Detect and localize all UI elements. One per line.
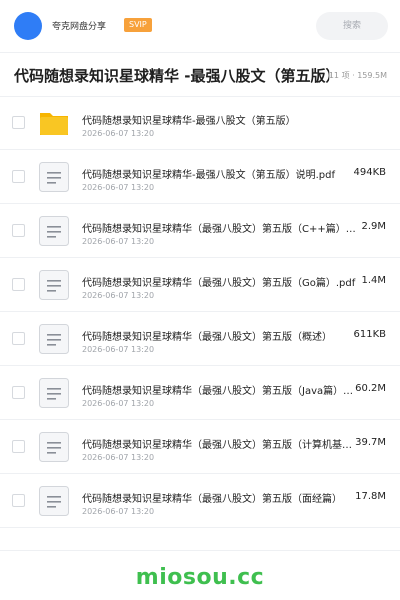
avatar[interactable]: [14, 12, 42, 40]
file-size: 17.8M: [353, 491, 386, 502]
search-input[interactable]: [316, 12, 388, 40]
file-date: 2026-06-07 13:20: [82, 129, 155, 138]
list-item[interactable]: 代码随想录知识星球精华（最强八股文）第五版（Go篇）.pdf 2026-06-0…: [0, 258, 400, 312]
file-name: 代码随想录知识星球精华（最强八股文）第五版（面经篇）: [82, 494, 342, 505]
document-icon: [38, 377, 70, 409]
file-name: 代码随想录知识星球精华（最强八股文）第五版（计算机基础）: [82, 440, 358, 451]
footer: miosou.cc: [0, 550, 400, 600]
list-item[interactable]: 代码随想录知识星球精华-最强八股文（第五版） 2026-06-07 13:20: [0, 96, 400, 150]
page-title: 代码随想录知识星球精华 -最强八股文（第五版）: [14, 67, 341, 85]
list-item[interactable]: 代码随想录知识星球精华-最强八股文（第五版）说明.pdf 2026-06-07 …: [0, 150, 400, 204]
file-name: 代码随想录知识星球精华-最强八股文（第五版）说明.pdf: [82, 170, 336, 181]
file-name: 代码随想录知识星球精华（最强八股文）第五版（概述）: [82, 332, 332, 343]
folder-meta: 11 项 · 159.5M: [328, 70, 387, 81]
file-name: 代码随想录知识星球精华（最强八股文）第五版（Java篇）.pdf: [82, 386, 358, 397]
file-list: 代码随想录知识星球精华-最强八股文（第五版） 2026-06-07 13:20 …: [0, 96, 400, 528]
file-date: 2026-06-07 13:20: [82, 345, 155, 354]
select-checkbox[interactable]: [12, 170, 25, 183]
select-checkbox[interactable]: [12, 386, 25, 399]
file-date: 2026-06-07 13:20: [82, 291, 155, 300]
list-item[interactable]: 代码随想录知识星球精华（最强八股文）第五版（概述） 2026-06-07 13:…: [0, 312, 400, 366]
file-name: 代码随想录知识星球精华（最强八股文）第五版（Go篇）.pdf: [82, 278, 356, 289]
select-checkbox[interactable]: [12, 116, 25, 129]
file-name: 代码随想录知识星球精华-最强八股文（第五版）: [82, 116, 296, 127]
document-icon: [38, 485, 70, 517]
document-icon: [38, 269, 70, 301]
share-page: 夸克网盘分享 SVIP 代码随想录知识星球精华 -最强八股文（第五版） 11 项…: [0, 0, 400, 600]
file-size: 39.7M: [353, 437, 386, 448]
file-date: 2026-06-07 13:20: [82, 507, 155, 516]
file-size: 2.9M: [359, 221, 386, 232]
select-checkbox[interactable]: [12, 494, 25, 507]
select-checkbox[interactable]: [12, 224, 25, 237]
document-icon: [38, 161, 70, 193]
watermark-logo: miosou.cc: [135, 565, 265, 590]
header: 夸克网盘分享 SVIP: [0, 0, 400, 52]
file-size: 611KB: [351, 329, 386, 340]
select-checkbox[interactable]: [12, 332, 25, 345]
file-date: 2026-06-07 13:20: [82, 399, 155, 408]
document-icon: [38, 431, 70, 463]
list-item[interactable]: 代码随想录知识星球精华（最强八股文）第五版（C++篇）.pdf 2026-06-…: [0, 204, 400, 258]
select-checkbox[interactable]: [12, 278, 25, 291]
file-size: 1.4M: [359, 275, 386, 286]
document-icon: [38, 323, 70, 355]
select-checkbox[interactable]: [12, 440, 25, 453]
file-date: 2026-06-07 13:20: [82, 453, 155, 462]
share-name: 夸克网盘分享: [52, 22, 107, 32]
list-item[interactable]: 代码随想录知识星球精华（最强八股文）第五版（计算机基础） 2026-06-07 …: [0, 420, 400, 474]
file-name: 代码随想录知识星球精华（最强八股文）第五版（C++篇）.pdf: [82, 224, 358, 235]
file-size: 494KB: [351, 167, 386, 178]
svip-badge: SVIP: [124, 18, 152, 32]
list-item[interactable]: 代码随想录知识星球精华（最强八股文）第五版（Java篇）.pdf 2026-06…: [0, 366, 400, 420]
folder-icon: [38, 107, 70, 139]
header-divider: [0, 52, 400, 53]
document-icon: [38, 215, 70, 247]
file-date: 2026-06-07 13:20: [82, 237, 155, 246]
file-size: 60.2M: [353, 383, 386, 394]
file-date: 2026-06-07 13:20: [82, 183, 155, 192]
list-item[interactable]: 代码随想录知识星球精华（最强八股文）第五版（面经篇） 2026-06-07 13…: [0, 474, 400, 528]
